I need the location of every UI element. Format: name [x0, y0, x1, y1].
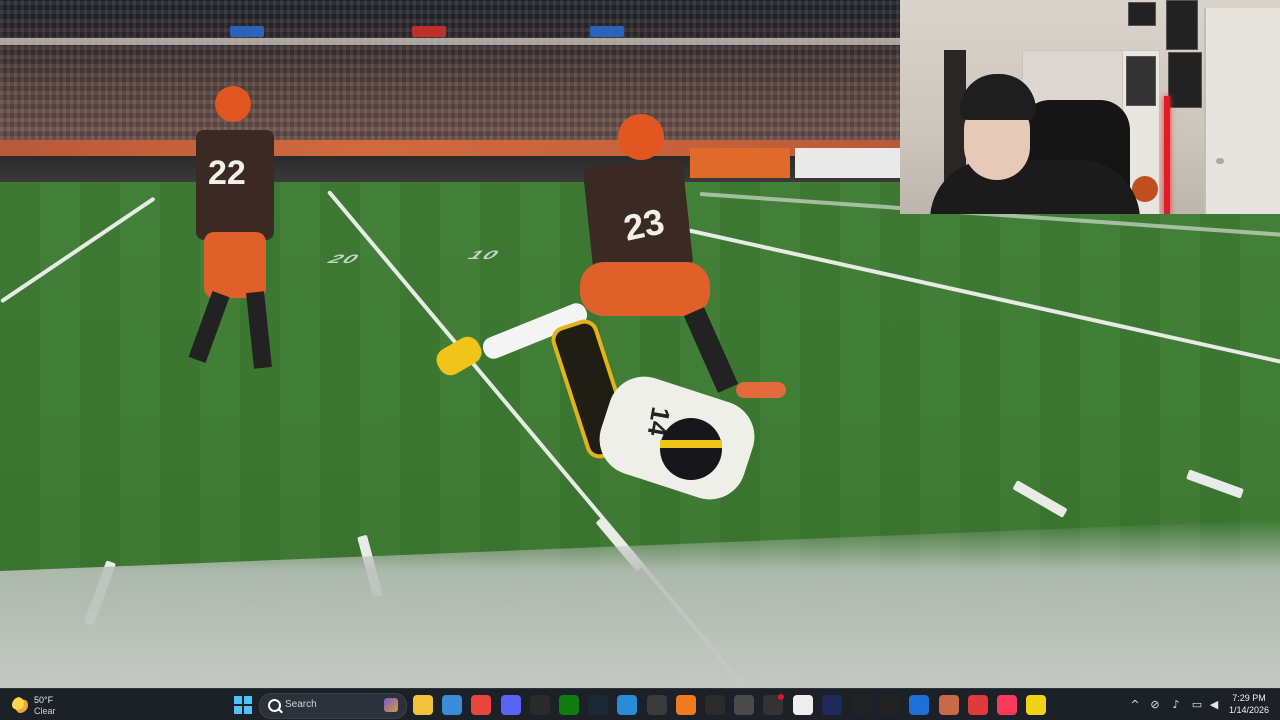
jersey-number: 23 — [620, 200, 668, 249]
player-22: 22 — [160, 82, 290, 382]
search-placeholder: Search — [285, 699, 317, 710]
streamer — [930, 160, 1140, 214]
music-icon[interactable] — [997, 695, 1017, 715]
settings-icon[interactable] — [734, 695, 754, 715]
helmet — [215, 86, 251, 122]
moon-cloud-icon — [12, 697, 28, 713]
start-button[interactable] — [233, 695, 253, 715]
file-explorer-icon[interactable] — [413, 695, 433, 715]
weather-widget[interactable]: 50°F Clear — [10, 693, 80, 717]
app-orange-icon[interactable] — [676, 695, 696, 715]
pants — [580, 262, 710, 316]
network-off-icon[interactable]: ⊘ — [1147, 695, 1163, 713]
stadium-ribbon — [0, 38, 900, 45]
poster — [1128, 2, 1156, 26]
store-icon[interactable] — [442, 695, 462, 715]
discord-icon[interactable] — [501, 695, 521, 715]
player-14: 14 — [547, 315, 780, 510]
poster — [1168, 52, 1202, 108]
poster — [1126, 56, 1156, 106]
webcam-overlay — [900, 0, 1280, 214]
pants — [204, 232, 266, 298]
helmet — [660, 418, 722, 480]
taskbar-search[interactable]: Search — [259, 693, 407, 719]
stadium-board — [590, 26, 624, 37]
clock-time: 7:29 PM — [1232, 693, 1266, 703]
volume-icon[interactable]: ◀ — [1206, 695, 1222, 713]
app-red-dot-icon[interactable] — [763, 694, 784, 715]
4k-icon[interactable] — [851, 695, 871, 715]
notification-badge — [778, 694, 784, 700]
search-highlight-icon — [384, 698, 398, 712]
search-icon — [268, 699, 281, 712]
weather-condition: Clear — [34, 706, 56, 716]
door-knob — [1216, 158, 1224, 164]
capcut-icon[interactable] — [880, 695, 900, 715]
stadium-board — [230, 26, 264, 37]
steam-icon[interactable] — [588, 695, 608, 715]
app-photo-icon[interactable] — [939, 695, 959, 715]
minecraft-icon[interactable] — [647, 695, 667, 715]
desktop-screen: 20 10 22 23 14 50°F Clear Search ^ ⊘ ♪ ▭… — [0, 0, 1280, 720]
app-yellow-icon[interactable] — [1026, 695, 1046, 715]
microphone-icon[interactable]: ♪ — [1168, 695, 1184, 713]
display-icon[interactable]: ▭ — [1189, 695, 1205, 713]
edge-icon[interactable] — [617, 695, 637, 715]
weather-temp: 50°F — [34, 695, 54, 705]
helmet — [618, 114, 664, 160]
windows-icon — [234, 696, 252, 714]
taskbar: 50°F Clear Search ^ ⊘ ♪ ▭ ◀ 7:29 PM 1/14… — [0, 688, 1280, 720]
show-hidden-icons-chevron-icon[interactable]: ^ — [1127, 695, 1143, 713]
epic-games-icon[interactable] — [530, 695, 550, 715]
app-red-icon[interactable] — [968, 695, 988, 715]
stadium-board — [412, 26, 446, 37]
leg — [188, 291, 230, 363]
helmet-stripe — [660, 440, 722, 448]
ad-board — [795, 148, 900, 178]
xbox-icon[interactable] — [559, 695, 579, 715]
app-white-icon[interactable] — [793, 695, 813, 715]
clock-date: 1/14/2026 — [1228, 705, 1270, 715]
chrome-icon[interactable] — [471, 695, 491, 715]
obs-icon[interactable] — [705, 695, 725, 715]
taskbar-clock[interactable]: 7:29 PM 1/14/2026 — [1222, 692, 1276, 716]
poster — [1166, 0, 1198, 50]
door — [1204, 8, 1280, 214]
led-strip — [1164, 96, 1170, 214]
leg — [246, 291, 272, 369]
app-dark-icon[interactable] — [822, 695, 842, 715]
jersey-number: 22 — [208, 154, 246, 192]
app-blue-icon[interactable] — [909, 695, 929, 715]
